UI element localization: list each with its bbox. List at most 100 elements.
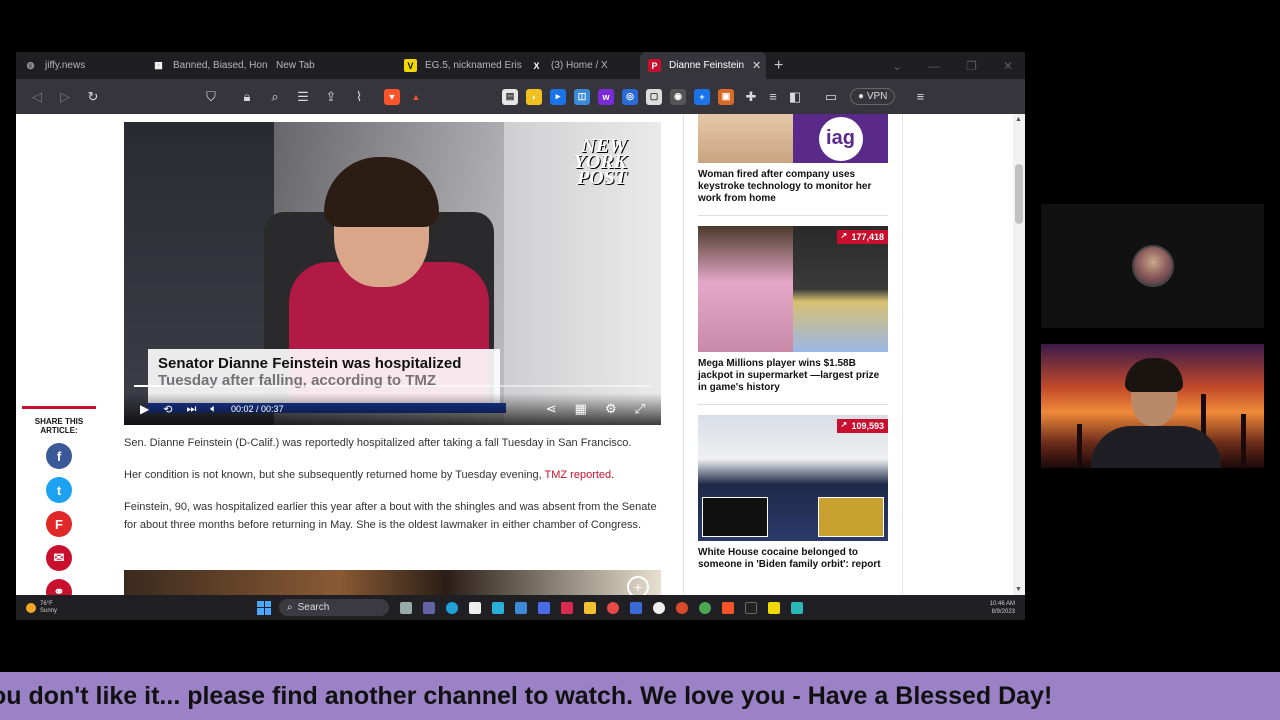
facebook-share-button[interactable]: f	[46, 443, 72, 469]
story-title[interactable]: White House cocaine belonged to someone …	[698, 541, 888, 581]
brave-rewards-icon[interactable]: ▲	[408, 89, 424, 105]
minimize-icon[interactable]: —	[928, 59, 940, 73]
tab-label: EG.5, nicknamed Eris	[425, 60, 522, 71]
play-icon[interactable]: ▶	[140, 402, 149, 416]
reader-icon[interactable]: ☰	[292, 86, 314, 108]
view-count-badge: 109,593	[837, 419, 888, 433]
share-video-icon[interactable]: ⋖	[546, 401, 557, 417]
scroll-down-icon[interactable]: ▼	[1015, 586, 1022, 593]
taskbar-search[interactable]: ⌕ Search	[279, 599, 390, 616]
fullscreen-icon[interactable]: ⤢	[635, 401, 645, 417]
tab-dianne-feinstein[interactable]: P Dianne Feinstein ✕	[640, 52, 766, 79]
story-title[interactable]: Mega Millions player wins $1.58B jackpot…	[698, 352, 888, 404]
app-teal-icon[interactable]	[791, 601, 804, 614]
new-tab-button[interactable]: +	[766, 57, 791, 75]
app-y-icon[interactable]	[653, 601, 666, 614]
extension-5-icon[interactable]: w	[598, 88, 614, 105]
zoom-icon[interactable]: ⌕	[264, 86, 286, 108]
video-progress-bar[interactable]	[134, 385, 651, 387]
extension-3-icon[interactable]: ▸	[550, 88, 566, 105]
tab-new-tab[interactable]: New Tab	[268, 52, 396, 79]
flipboard-share-button[interactable]: F	[46, 511, 72, 537]
article-photo[interactable]: +	[124, 570, 661, 595]
weather-widget[interactable]: 76°F Sunny	[16, 601, 57, 615]
app-pen-icon[interactable]	[515, 601, 528, 614]
restore-icon[interactable]: ❐	[966, 59, 977, 73]
chevron-down-icon[interactable]: ⌄	[892, 59, 902, 73]
expand-icon[interactable]: +	[627, 576, 649, 595]
story-card[interactable]: 177,418 Mega Millions player wins $1.58B…	[698, 226, 888, 405]
app-blue-icon[interactable]	[538, 601, 551, 614]
clock-time: 10:46 AM	[989, 600, 1015, 607]
windows-start-icon[interactable]	[257, 600, 272, 615]
bookmark-icon[interactable]: ⛉	[200, 86, 222, 108]
globe-icon: ◍	[26, 60, 35, 70]
wallet-icon[interactable]: ▭	[820, 86, 842, 108]
extension-6-icon[interactable]: ◎	[622, 88, 638, 105]
story-card[interactable]: 109,593 White House cocaine belonged to …	[698, 415, 888, 581]
extension-1-icon[interactable]: ▤	[502, 88, 518, 105]
taskbar-clock[interactable]: 10:46 AM 8/9/2023	[990, 600, 1025, 616]
app-a-icon[interactable]	[745, 601, 758, 614]
app-p-icon[interactable]	[676, 601, 689, 614]
chrome-icon[interactable]	[699, 601, 712, 614]
store-icon[interactable]	[469, 601, 482, 614]
weather-desc: Sunny	[40, 607, 58, 614]
scroll-up-icon[interactable]: ▲	[1015, 116, 1022, 123]
close-tab-icon[interactable]: ✕	[752, 59, 761, 72]
page-scrollbar[interactable]: ▲ ▼	[1013, 114, 1025, 595]
tmz-link[interactable]: TMZ reported	[545, 469, 612, 481]
tab-jiffy-news[interactable]: ◍ jiffy.news	[16, 52, 144, 79]
twitter-share-button[interactable]: t	[46, 477, 72, 503]
playlist-icon[interactable]: ≡	[762, 86, 784, 108]
link-share-button[interactable]: ⚭	[46, 579, 72, 595]
scrollbar-thumb[interactable]	[1015, 164, 1023, 224]
brave-shield-icon[interactable]: ▼	[384, 88, 400, 105]
settings-gear-icon[interactable]: ⚙	[605, 401, 617, 417]
email-share-button[interactable]: ✉	[46, 545, 72, 571]
brave-icon[interactable]	[722, 601, 735, 614]
app-l-icon[interactable]	[492, 601, 505, 614]
video-subject-hair	[324, 157, 439, 227]
reload-icon[interactable]: ↻	[82, 86, 104, 108]
puzzle-icon[interactable]: ✚	[740, 86, 762, 108]
extension-9-icon[interactable]: +	[694, 88, 710, 105]
close-window-icon[interactable]: ✕	[1003, 59, 1013, 73]
sticky-notes-icon[interactable]	[768, 601, 781, 614]
extension-7-icon[interactable]: ▢	[646, 88, 662, 105]
tab-banned-biased[interactable]: ▦ Banned, Biased, Hone	[144, 52, 268, 79]
story-card[interactable]: iag Woman fired after company uses keyst…	[698, 114, 888, 216]
article-video[interactable]: NEW YORK POST Senator Dianne Feinstein w…	[124, 122, 661, 425]
browser-toolbar: ◁ ▷ ↻ ⛉ 🔒︎ ⌕ ☰ ⇪ ⌇ ▼ ▲ ▤ ◗ ▸ ◫ w ◎ ▢ ◉ +…	[16, 79, 1025, 114]
rss-icon[interactable]: ⌇	[348, 86, 370, 108]
thumbnail-photo	[698, 226, 793, 352]
caption-line-1: Senator Dianne Feinstein was hospitalize…	[158, 355, 462, 372]
back-icon[interactable]: ◁	[26, 86, 48, 108]
extension-4-icon[interactable]: ◫	[574, 88, 590, 105]
sidebar-icon[interactable]: ◧	[784, 86, 806, 108]
extension-8-icon[interactable]: ◉	[670, 88, 686, 105]
app-gif-icon[interactable]	[630, 601, 643, 614]
edge-icon[interactable]	[446, 601, 459, 614]
app-clock-icon[interactable]	[607, 601, 620, 614]
story-title[interactable]: Woman fired after company uses keystroke…	[698, 163, 888, 215]
related-stories: iag Woman fired after company uses keyst…	[698, 114, 888, 581]
app-red-icon[interactable]	[561, 601, 574, 614]
skip-next-icon[interactable]: ⏭	[186, 403, 196, 416]
extension-10-icon[interactable]: ▣	[718, 88, 734, 105]
grid-icon[interactable]: ▦	[575, 401, 587, 417]
vpn-button[interactable]: ● VPN	[850, 88, 896, 105]
menu-icon[interactable]: ≡	[909, 86, 931, 108]
share-icon[interactable]: ⇪	[320, 86, 342, 108]
rewind-icon[interactable]: ⟲	[163, 403, 172, 416]
folder-icon[interactable]	[584, 601, 597, 614]
extension-2-icon[interactable]: ◗	[526, 88, 542, 105]
tab-x-home[interactable]: X (3) Home / X	[522, 52, 640, 79]
tab-eg5[interactable]: V EG.5, nicknamed Eris	[396, 52, 522, 79]
task-view-icon[interactable]	[400, 601, 413, 614]
article-paragraph: Feinstein, 90, was hospitalized earlier …	[124, 501, 657, 531]
forward-icon[interactable]: ▷	[54, 86, 76, 108]
volume-icon[interactable]: 🔈︎	[210, 403, 217, 416]
teams-icon[interactable]	[423, 601, 436, 614]
email-icon: ✉	[53, 550, 65, 565]
